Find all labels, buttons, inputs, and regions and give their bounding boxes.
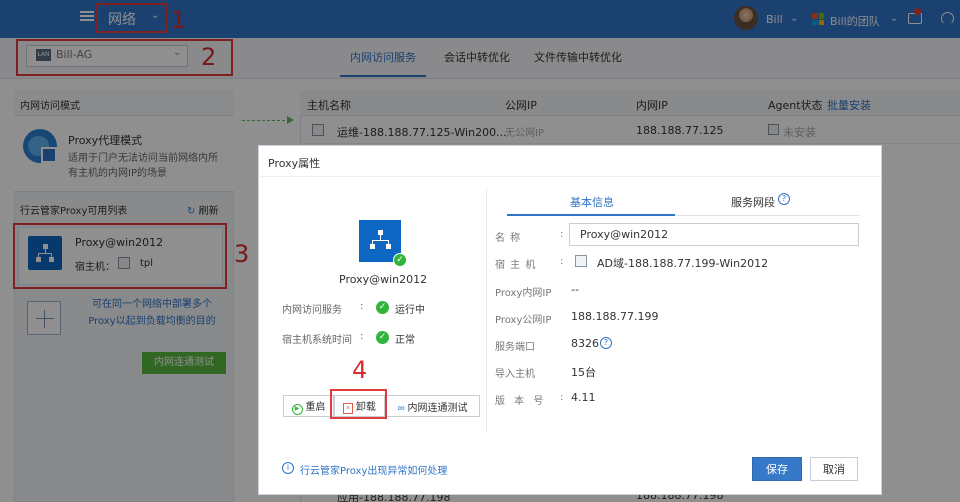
- restart-button[interactable]: ▶ 重启: [283, 395, 334, 417]
- service-status: 运行中: [395, 305, 425, 316]
- proxy-name-value: Proxy@win2012: [580, 228, 669, 241]
- form-version-colon: :: [560, 392, 564, 403]
- windows-icon: [575, 255, 587, 267]
- form-private-ip-label: Proxy内网IP: [495, 288, 552, 299]
- help-icon[interactable]: ?: [778, 193, 790, 205]
- form-import-host-value: 15台: [571, 366, 596, 379]
- tab-service-segment[interactable]: 服务网段: [731, 194, 775, 210]
- restart-label: 重启: [305, 401, 326, 413]
- check-icon: ✓: [376, 301, 389, 314]
- annotation-number-4: 4: [352, 356, 368, 384]
- cancel-button[interactable]: 取消: [810, 457, 858, 481]
- form-host-label: 宿 主 机: [495, 260, 537, 271]
- check-icon: ✓: [393, 253, 407, 267]
- form-import-host-label: 导入主机: [495, 369, 535, 380]
- dialog-header: [258, 145, 882, 177]
- link-icon: ∞: [397, 402, 405, 414]
- connectivity-test-button[interactable]: ∞ 内网连通测试: [385, 395, 480, 417]
- connectivity-label: 内网连通测试: [407, 402, 468, 414]
- application-window: 网络 ⌄ 1 Bill ⌄ Bill的团队 ⌄ LAN Bill-AG ⌄ 2 …: [0, 0, 960, 502]
- form-port-label: 服务端口: [495, 342, 535, 353]
- proxy-exception-help-link[interactable]: 行云管家Proxy出现异常如何处理: [300, 462, 447, 477]
- host-time-label: 宿主机系统时间: [282, 335, 352, 346]
- dialog-active-tab-indicator: [507, 214, 675, 216]
- form-name-colon: :: [560, 229, 564, 240]
- form-port-value: 8326: [571, 337, 599, 350]
- check-icon: ✓: [376, 331, 389, 344]
- dialog-title: Proxy属性: [268, 157, 321, 170]
- tab-basic-info[interactable]: 基本信息: [570, 194, 614, 210]
- dialog-divider: [486, 188, 487, 433]
- form-name-label: 名 称: [495, 233, 522, 244]
- form-private-ip-value: --: [571, 283, 579, 296]
- service-colon: :: [360, 301, 364, 312]
- dialog-tabs: [507, 188, 860, 216]
- form-version-label: 版 本 号: [495, 396, 547, 407]
- service-label: 内网访问服务: [282, 305, 342, 316]
- info-icon: i: [282, 462, 294, 474]
- form-host-value: AD域-188.188.77.199-Win2012: [597, 257, 769, 270]
- help-icon[interactable]: ?: [600, 337, 612, 349]
- uninstall-highlight: [330, 389, 387, 419]
- host-time-colon: :: [360, 331, 364, 342]
- form-public-ip-label: Proxy公网IP: [495, 315, 552, 326]
- form-public-ip-value: 188.188.77.199: [571, 310, 659, 323]
- host-time-status: 正常: [395, 335, 415, 346]
- form-version-value: 4.11: [571, 391, 596, 404]
- form-host-colon: :: [560, 256, 564, 267]
- play-icon: ▶: [291, 403, 303, 415]
- dialog-proxy-name: Proxy@win2012: [339, 273, 428, 286]
- save-button[interactable]: 保存: [752, 457, 802, 481]
